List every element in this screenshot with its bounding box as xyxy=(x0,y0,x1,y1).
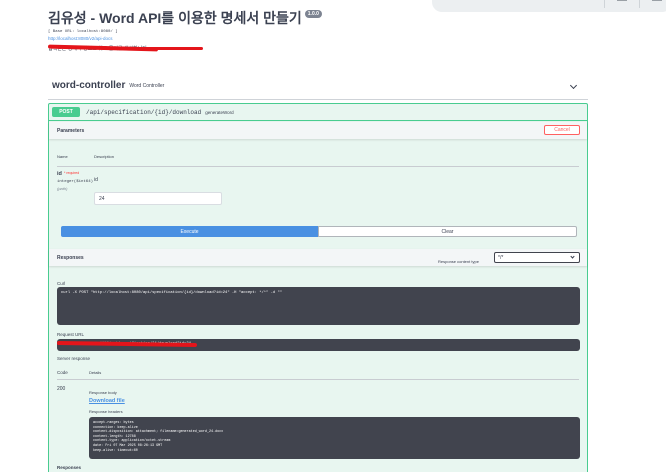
cancel-button[interactable]: Cancel xyxy=(544,125,580,135)
column-header-code: Code xyxy=(57,370,68,375)
version-badge: 1.0.0 xyxy=(304,10,322,18)
column-header-name: Name xyxy=(57,154,68,159)
column-header-description: Description xyxy=(94,154,115,159)
overlay-separator xyxy=(639,0,640,8)
response-content-type-label: Response content type xyxy=(438,259,479,264)
parameters-header: Parameters Cancel xyxy=(49,122,587,139)
divider xyxy=(48,99,588,100)
redaction-mark xyxy=(143,47,203,50)
response-code: 200 xyxy=(57,386,66,392)
tag-name: word-controller xyxy=(52,80,126,91)
execute-button[interactable]: Execute xyxy=(61,226,318,237)
param-location: (path) xyxy=(57,186,68,191)
curl-code-block[interactable]: curl -X POST "http://localhost:8080/api/… xyxy=(57,287,580,325)
method-badge: POST xyxy=(52,107,80,117)
overlay-separator xyxy=(604,0,605,8)
response-content-type-select[interactable]: */* xyxy=(494,252,580,263)
request-url-label: Request URL xyxy=(57,332,85,337)
divider xyxy=(57,379,579,380)
curl-label: Curl xyxy=(57,281,66,286)
response-headers-label: Response headers xyxy=(89,409,123,414)
overlay-toolbar xyxy=(432,0,666,12)
operation-path: /api/specification/{id}/download xyxy=(86,108,202,116)
api-info: 김유성 - Word API를 이용한 명세서 만들기 1.0.0 [ Base… xyxy=(47,8,322,53)
base-url: [ Base URL: localhost:8080/ ] xyxy=(48,30,118,34)
tag-header-word-controller[interactable]: word-controller Word Controller xyxy=(52,80,582,91)
param-required: * required xyxy=(64,171,80,175)
tag-description: Word Controller xyxy=(129,82,165,89)
minimize-icon[interactable] xyxy=(617,0,627,6)
column-header-details: Details xyxy=(89,370,102,375)
operation-block: POST /api/specification/{id}/download ge… xyxy=(48,103,588,472)
execute-row: Execute Clear xyxy=(61,226,577,237)
clear-button[interactable]: Clear xyxy=(318,226,577,237)
operation-id: generateWord xyxy=(205,109,234,115)
server-response-label: Server response xyxy=(57,356,91,361)
divider xyxy=(57,166,579,167)
id-input[interactable]: 24 xyxy=(94,192,222,205)
select-value: */* xyxy=(498,255,504,261)
responses-title: Responses xyxy=(57,255,84,261)
chevron-down-icon[interactable] xyxy=(569,81,578,90)
param-type: integer($int64) xyxy=(57,180,94,184)
responses-bottom-label: Responses xyxy=(57,465,82,470)
close-icon[interactable] xyxy=(652,0,662,6)
page-title: 김유성 - Word API를 이용한 명세서 만들기 xyxy=(48,10,302,26)
response-body-label: Response body xyxy=(89,390,117,395)
operation-summary[interactable]: POST /api/specification/{id}/download ge… xyxy=(49,104,587,121)
param-description: id xyxy=(94,177,98,183)
param-name: id xyxy=(57,171,62,177)
response-headers-block[interactable]: accept-ranges: bytes connection: keep-al… xyxy=(89,417,580,459)
api-docs-link[interactable]: http://localhost:8080/v2/api-docs xyxy=(48,36,322,41)
download-file-link[interactable]: Download file xyxy=(89,398,125,404)
api-description: 입력받은 명세서 정보로 워드 문서를 생성합니다. xyxy=(47,44,248,53)
chevron-down-icon xyxy=(570,254,575,259)
parameters-title: Parameters xyxy=(57,128,85,134)
